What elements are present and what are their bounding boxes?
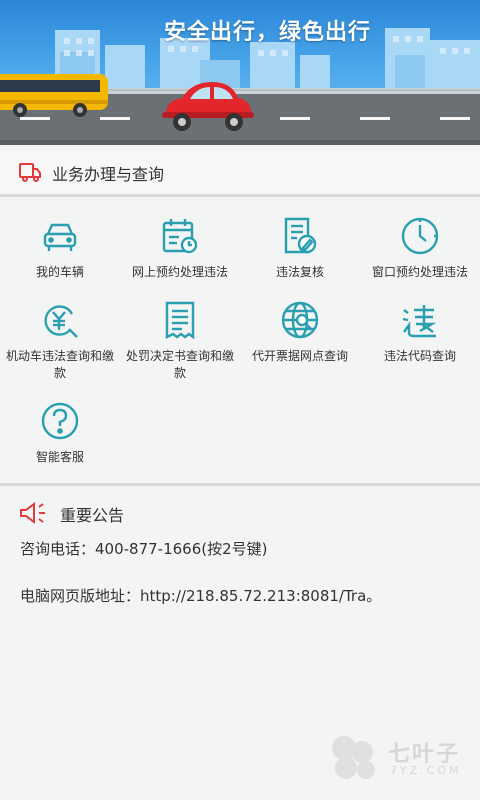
- grid-item-label: 网上预约处理违法: [131, 265, 228, 279]
- business-section-title: 业务办理与查询: [52, 165, 165, 184]
- announcement-title: 重要公告: [60, 506, 125, 525]
- calendar-clock-icon: [160, 216, 200, 256]
- truck-icon: [18, 160, 42, 188]
- announcement-section-header: 重要公告: [0, 488, 480, 538]
- grid-item-label: 处罚决定书查询和缴款: [126, 349, 235, 380]
- business-section-header: 业务办理与查询: [0, 147, 480, 197]
- violation-code-icon: [400, 300, 440, 340]
- divider: [0, 194, 480, 197]
- globe-search-icon: [280, 300, 320, 340]
- web-address-text[interactable]: 电脑网页版地址：http://218.85.72.213:8081/Tra。: [20, 585, 381, 606]
- grid-item-label: 代开票据网点查询: [251, 349, 348, 363]
- document-pen-icon: [280, 216, 320, 256]
- hotline-text: 咨询电话：400-877-1666(按2号键): [20, 540, 268, 558]
- banner-image: 安全出行，绿色出行: [0, 0, 480, 145]
- megaphone-icon: [18, 501, 50, 529]
- grid-item-label: 窗口预约处理违法: [371, 265, 468, 279]
- grid-item-label: 违法复核: [275, 265, 324, 279]
- grid-item-label: 我的车辆: [35, 265, 84, 279]
- receipt-icon: [160, 300, 200, 340]
- grid-item-label: 违法代码查询: [383, 349, 456, 363]
- question-icon: [40, 401, 80, 441]
- yuan-search-icon: [40, 300, 80, 340]
- divider: [0, 483, 480, 486]
- clock-icon: [400, 216, 440, 256]
- car-icon: [40, 216, 80, 256]
- grid-item-label: 智能客服: [35, 450, 84, 464]
- watermark-sub: 7YZ.COM: [390, 764, 462, 777]
- grid-item-label: 机动车违法查询和缴款: [6, 349, 115, 380]
- banner-slogan: 安全出行，绿色出行: [164, 20, 372, 45]
